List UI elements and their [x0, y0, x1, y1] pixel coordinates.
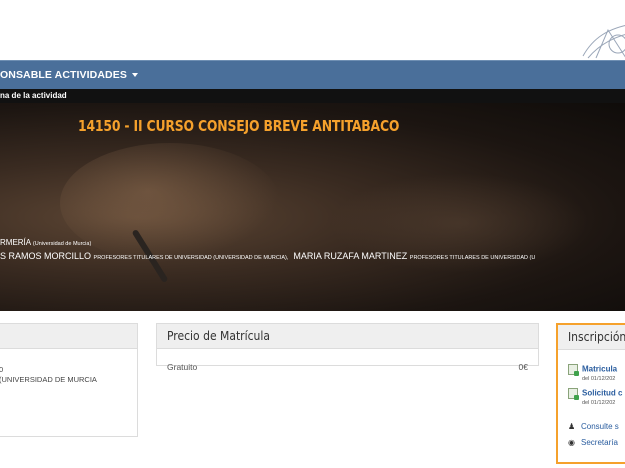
matricula-date: del 01/12/202 — [582, 376, 616, 382]
info-card-header — [0, 324, 137, 349]
header-area — [0, 0, 625, 60]
price-card-title: Precio de Matrícula — [157, 324, 538, 349]
department-name: RMERÍA — [0, 238, 31, 247]
solicitud-link[interactable]: Solicitud c — [568, 388, 623, 400]
document-add-icon — [568, 364, 579, 376]
department-org: (Universidad de Murcia) — [32, 241, 92, 247]
banner-photo-highlight — [60, 143, 280, 263]
activity-title: 14150 - II CURSO CONSEJO BREVE ANTITABAC… — [78, 117, 400, 135]
professor-1-role: PROFESORES TITULARES DE UNIVERSIDAD (UNI… — [93, 255, 289, 261]
breadcrumb-text: na de la actividad — [0, 91, 67, 100]
main-navbar: ONSABLE ACTIVIDADES — [0, 60, 625, 90]
professor-2-name: MARIA RUZAFA MARTINEZ — [293, 251, 408, 261]
caret-down-icon — [131, 73, 138, 78]
responsable-actividades-menu[interactable]: ONSABLE ACTIVIDADES — [0, 69, 138, 81]
solicitud-date: del 01/12/202 — [582, 400, 616, 406]
price-value: 0€ — [518, 362, 528, 372]
price-name: Gratuito — [167, 362, 198, 372]
professor-2-role: PROFESORES TITULARES DE UNIVERSIDAD (U — [409, 255, 536, 261]
document-add-icon — [568, 388, 579, 400]
solicitud-label: Solicitud c — [582, 388, 623, 398]
menu-label: ONSABLE ACTIVIDADES — [0, 69, 127, 81]
radio-icon: ◉ — [568, 438, 575, 447]
professor-1-name: S RAMOS MORCILLO — [0, 251, 92, 261]
breadcrumb: na de la actividad — [0, 89, 625, 103]
consulte-link[interactable]: ♟ Consulte s — [568, 422, 619, 431]
secretaria-label: Secretaría — [581, 438, 618, 447]
secretaria-link[interactable]: ◉ Secretaría — [568, 438, 618, 447]
matricula-link[interactable]: Matricula — [568, 364, 618, 376]
activity-professors: S RAMOS MORCILLO PROFESORES TITULARES DE… — [0, 251, 535, 261]
user-icon: ♟ — [568, 422, 576, 431]
consulte-label: Consulte s — [581, 422, 619, 431]
university-logo — [582, 25, 625, 59]
inscripcion-card-title: Inscripción A — [558, 325, 625, 350]
price-card: Precio de Matrícula Gratuito 0€ — [156, 323, 539, 372]
matricula-label: Matricula — [582, 364, 618, 374]
info-card: 0 (UNIVERSIDAD DE MURCIA — [0, 323, 138, 437]
inscripcion-card: Inscripción A Matricula del 01/12/202 So… — [556, 323, 625, 464]
activity-banner: 14150 - II CURSO CONSEJO BREVE ANTITABAC… — [0, 103, 625, 311]
activity-department: RMERÍA (Universidad de Murcia) — [0, 238, 91, 247]
info-card-row-1: 0 — [0, 365, 4, 374]
info-card-row-2: (UNIVERSIDAD DE MURCIA — [0, 375, 97, 384]
